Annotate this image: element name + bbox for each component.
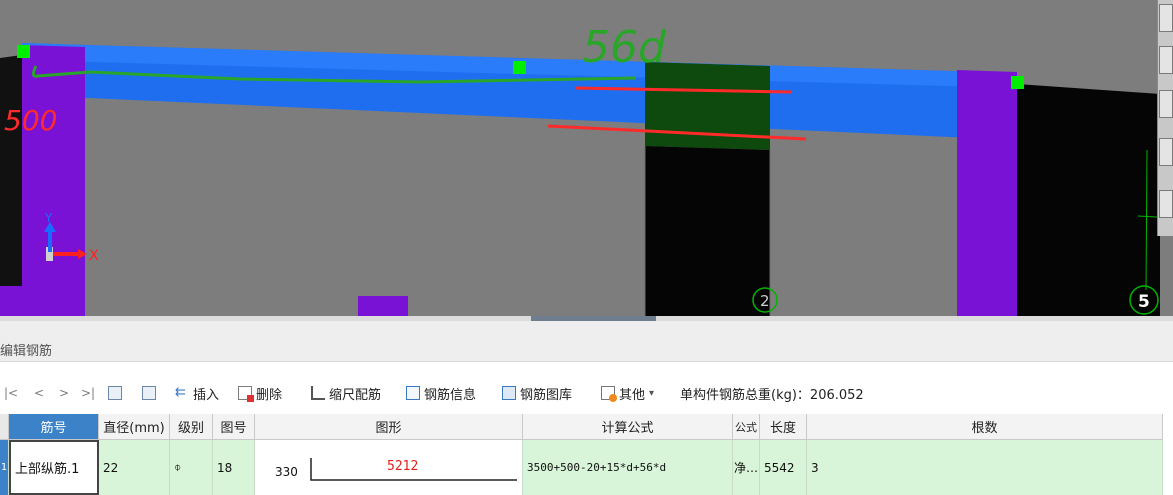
delete-label: 删除	[256, 387, 283, 403]
length-cell[interactable]: 5542	[760, 440, 807, 495]
rebar-info-label: 钢筋信息	[424, 387, 477, 403]
nav-prev-button[interactable]: <	[34, 382, 44, 404]
delete-icon	[238, 386, 254, 402]
row-header-corner	[0, 414, 9, 440]
column-header-bar-no[interactable]: 筋号	[9, 414, 99, 440]
count-cell[interactable]: 3	[807, 440, 1163, 495]
diameter-cell[interactable]: 22	[99, 440, 170, 495]
rebar-table: 筋号 直径(mm) 级别 图号 图形 计算公式 公式 长度 根数 1 上部纵筋.…	[0, 412, 1173, 495]
model-viewport[interactable]: 56d 500 Y X 2 5	[0, 0, 1173, 316]
info-doc-icon	[406, 386, 420, 400]
ruler-icon	[311, 386, 325, 400]
axis-id-2: 2	[760, 292, 770, 310]
formula-cell[interactable]: 3500+500-20+15*d+56*d	[523, 440, 733, 495]
table-scroll-gap	[1163, 414, 1173, 440]
insert-button[interactable]: ⇇ 插入	[175, 382, 219, 404]
library-icon	[502, 386, 516, 400]
move-up-icon	[108, 386, 122, 400]
insert-icon: ⇇	[175, 385, 186, 400]
move-down-icon	[142, 386, 156, 400]
shape-main-length: 5212	[387, 459, 418, 474]
move-down-button[interactable]	[142, 382, 160, 404]
panel-title: 编辑钢筋	[0, 344, 53, 359]
scale-rebar-button[interactable]: 缩尺配筋	[311, 382, 381, 404]
view-3d-icon[interactable]	[1159, 46, 1173, 74]
column-header-formula[interactable]: 计算公式	[523, 414, 733, 440]
other-label: 其他	[619, 387, 646, 403]
table-row-gap	[1163, 440, 1173, 495]
column-header-grade[interactable]: 级别	[170, 414, 213, 440]
shape-cell[interactable]: 330 5212	[255, 440, 523, 495]
row-number[interactable]: 1	[0, 440, 9, 495]
nav-first-button[interactable]: |<	[4, 382, 18, 404]
figure-no-cell[interactable]: 18	[213, 440, 255, 495]
insert-label: 插入	[193, 387, 220, 403]
shape-left-length: 330	[275, 465, 298, 479]
delete-button[interactable]: 删除	[238, 382, 282, 404]
axis-y-label: Y	[44, 211, 53, 225]
column-header-figure-no[interactable]: 图号	[213, 414, 255, 440]
column-header-formula-desc[interactable]: 公式	[733, 414, 760, 440]
column-left	[22, 45, 85, 316]
total-weight-text: 单构件钢筋总重(kg)：206.052	[680, 387, 864, 403]
wall-left	[0, 55, 22, 316]
column-right	[957, 70, 1017, 316]
grip-point	[513, 61, 526, 74]
column-header-count[interactable]: 根数	[807, 414, 1163, 440]
grip-point	[17, 45, 30, 58]
chevron-down-icon: ▾	[649, 387, 655, 399]
grade-cell[interactable]: ⌽	[170, 440, 213, 495]
annotation-56d: 56d	[582, 22, 667, 73]
bar-name-cell[interactable]: 上部纵筋.1	[9, 440, 99, 495]
grip-point	[1011, 76, 1024, 89]
axis-id-5: 5	[1138, 292, 1150, 312]
wall-right	[1017, 84, 1160, 316]
column-header-length[interactable]: 长度	[760, 414, 807, 440]
column-header-shape[interactable]: 图形	[255, 414, 523, 440]
annotation-500: 500	[4, 104, 57, 137]
column-stub-middle	[358, 296, 408, 316]
axis-x-label: X	[89, 248, 99, 264]
app-window: 56d 500 Y X 2 5 编辑钢筋 |< < > >| ⇇ 插入 删除 缩…	[0, 0, 1173, 495]
nav-last-button[interactable]: >|	[81, 382, 95, 404]
move-up-button[interactable]	[108, 382, 126, 404]
view-zoom-icon[interactable]	[1159, 138, 1173, 166]
nav-next-button[interactable]: >	[59, 382, 69, 404]
scale-rebar-label: 缩尺配筋	[329, 387, 382, 403]
viewport-drawing: 56d 500 Y X 2 5	[0, 0, 1173, 316]
view-fit-icon[interactable]	[1159, 190, 1173, 218]
rebar-library-button[interactable]: 钢筋图库	[502, 382, 572, 404]
other-menu-button[interactable]: 其他 ▾	[601, 382, 654, 404]
dark-block	[645, 146, 770, 316]
view-front-icon[interactable]	[1159, 4, 1173, 32]
rebar-library-label: 钢筋图库	[520, 387, 573, 403]
column-stub-left	[0, 286, 34, 316]
rebar-toolbar: |< < > >| ⇇ 插入 删除 缩尺配筋 钢筋信息 钢筋图库 其他 ▾ 单构件钢…	[0, 362, 1173, 412]
rebar-info-button[interactable]: 钢筋信息	[406, 382, 476, 404]
formula-desc-cell[interactable]: 净…	[733, 440, 760, 495]
view-rotate-icon[interactable]	[1159, 90, 1173, 118]
rebar-edit-panel-header: 编辑钢筋	[0, 321, 1173, 362]
other-icon	[601, 386, 617, 402]
column-header-diameter[interactable]: 直径(mm)	[99, 414, 170, 440]
rebar-shape-drawing: 330 5212	[275, 458, 517, 481]
view-toolbar	[1157, 0, 1173, 236]
